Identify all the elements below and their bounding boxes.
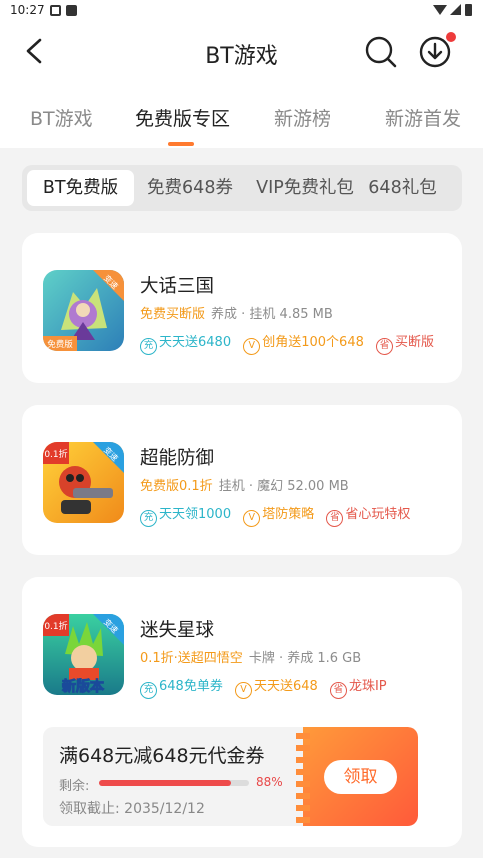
- voucher-remain-percent: 88%: [256, 775, 283, 789]
- game-tags: 充 648免单券 V 天天送648 省龙珠IP: [140, 675, 395, 699]
- vip-icon: V: [243, 338, 261, 355]
- game-icon[interactable]: 变速 免费版: [43, 270, 124, 351]
- tab-new-ranking[interactable]: 新游榜: [274, 104, 331, 131]
- save-icon: 省: [376, 338, 394, 355]
- battery-icon: [465, 4, 472, 16]
- icon-badge-free: 免费版: [47, 339, 73, 350]
- voucher-deadline: 领取截止: 2035/12/12: [59, 801, 205, 817]
- recharge-icon: 充: [140, 682, 157, 699]
- tag-vip: V 塔防策略: [243, 503, 314, 527]
- game-meta: 免费版0.1折 挂机 · 魔幻 52.00 MB: [140, 475, 349, 494]
- recharge-icon: 充: [140, 510, 157, 527]
- game-highlight: 免费买断版: [140, 307, 206, 322]
- game-name: 超能防御: [140, 448, 215, 469]
- recharge-icon: 充: [140, 338, 157, 355]
- tag-vip: V 天天送648: [234, 675, 318, 699]
- page-title: BT游戏: [205, 44, 278, 69]
- status-time: 10:27: [10, 3, 45, 17]
- game-highlight: 免费版0.1折: [140, 479, 213, 494]
- icon-badge-discount: 0.1折: [44, 448, 67, 460]
- notification-icon: [66, 5, 77, 16]
- game-card[interactable]: 变速 免费版 大话三国 免费买断版 养成 · 挂机 4.85 MB 充天天送648…: [22, 233, 462, 383]
- game-name: 迷失星球: [140, 620, 215, 641]
- game-info: 卡牌 · 养成 1.6 GB: [248, 651, 362, 666]
- icon-badge-discount: 0.1折: [44, 620, 67, 632]
- segment-vip-gift[interactable]: VIP免费礼包: [240, 170, 370, 206]
- tag-recharge: 充 648免单券: [140, 675, 223, 699]
- game-highlight: 0.1折·送超四悟空: [140, 651, 243, 666]
- voucher-progress-track: [99, 780, 249, 786]
- tag-recharge: 充天天领1000: [140, 503, 231, 527]
- voucher-remain-label: 剩余:: [59, 779, 90, 794]
- game-tags: 充天天送6480 V 创角送100个648 省买断版: [140, 331, 442, 355]
- claim-area: 领取: [296, 727, 418, 826]
- wifi-icon: [433, 5, 447, 15]
- signal-icon: [450, 4, 461, 15]
- tag-recharge: 充天天送6480: [140, 331, 231, 355]
- icon-banner-new-version: 新版本: [62, 678, 105, 695]
- tag-save: 省买断版: [376, 331, 434, 355]
- game-icon[interactable]: 0.1折 变速 新版本: [43, 614, 124, 695]
- active-tab-indicator: [168, 142, 194, 146]
- voucher-title: 满648元减648元代金券: [59, 745, 265, 767]
- tab-new-release[interactable]: 新游首发: [385, 104, 461, 131]
- segment-648-gift[interactable]: 648礼包: [365, 170, 440, 206]
- game-info: 养成 · 挂机 4.85 MB: [211, 307, 333, 322]
- game-card[interactable]: 0.1折 变速 新版本 迷失星球 0.1折·送超四悟空 卡牌 · 养成 1.6 G…: [22, 577, 462, 847]
- voucher-coupon: 满648元减648元代金券 剩余: 88% 领取截止: 2035/12/12 领…: [43, 727, 418, 826]
- game-meta: 0.1折·送超四悟空 卡牌 · 养成 1.6 GB: [140, 647, 361, 666]
- vip-icon: V: [243, 510, 261, 527]
- tag-save: 省省心玩特权: [326, 503, 410, 527]
- game-name: 大话三国: [140, 276, 215, 297]
- segment-bt-free[interactable]: BT免费版: [27, 170, 134, 206]
- tag-vip: V 创角送100个648: [243, 331, 364, 355]
- top-bar: BT游戏: [0, 22, 483, 84]
- save-icon: 省: [329, 682, 347, 699]
- game-info: 挂机 · 魔幻 52.00 MB: [218, 479, 349, 494]
- tab-free-zone[interactable]: 免费版专区: [135, 104, 230, 131]
- category-tabs: BT游戏 免费版专区 新游榜 新游首发: [0, 84, 483, 148]
- voucher-progress-fill: [99, 780, 231, 786]
- notification-dot: [446, 32, 456, 42]
- vip-icon: V: [234, 682, 252, 699]
- notification-icon: [50, 5, 61, 16]
- game-tags: 充天天领1000 V 塔防策略 省省心玩特权: [140, 503, 418, 527]
- game-card[interactable]: 0.1折 变速 超能防御 免费版0.1折 挂机 · 魔幻 52.00 MB 充天天…: [22, 405, 462, 555]
- claim-button[interactable]: 领取: [324, 760, 397, 794]
- save-icon: 省: [326, 510, 344, 527]
- game-icon[interactable]: 0.1折 变速: [43, 442, 124, 523]
- search-icon[interactable]: [364, 35, 398, 69]
- tag-save: 省龙珠IP: [329, 675, 387, 699]
- segment-filter: BT免费版 免费648券 VIP免费礼包 648礼包: [22, 165, 462, 211]
- segment-free-648-coupon[interactable]: 免费648券: [140, 170, 240, 206]
- game-meta: 免费买断版 养成 · 挂机 4.85 MB: [140, 303, 333, 322]
- tab-bt-games[interactable]: BT游戏: [30, 104, 93, 131]
- status-bar: 10:27: [0, 0, 483, 22]
